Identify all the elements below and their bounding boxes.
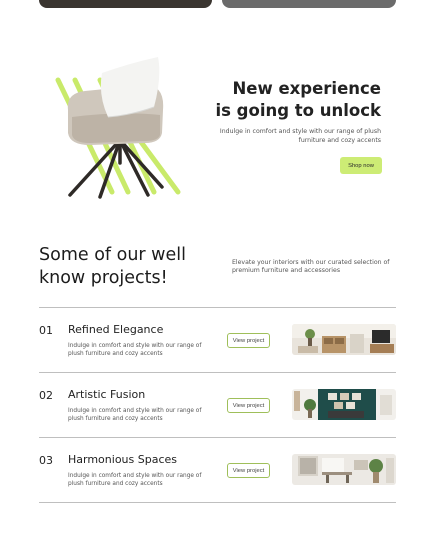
projects-heading-line1: Some of our well bbox=[39, 245, 186, 265]
top-gallery-strip bbox=[0, 0, 431, 10]
hero-heading-line1: New experience bbox=[232, 79, 381, 98]
hero-description: Indulge in comfort and style with our ra… bbox=[219, 128, 381, 144]
projects-description: Elevate your interiors with our curated … bbox=[232, 259, 390, 274]
project-row: 01 Refined Elegance Indulge in comfort a… bbox=[39, 308, 396, 372]
project-description: Indulge in comfort and style with our ra… bbox=[68, 473, 202, 487]
view-project-button[interactable]: View project bbox=[227, 463, 270, 478]
hero-heading: New experience is going to unlock bbox=[181, 78, 381, 122]
divider bbox=[39, 502, 396, 503]
project-name: Artistic Fusion bbox=[68, 388, 146, 401]
view-project-button[interactable]: View project bbox=[227, 333, 270, 348]
project-thumbnail[interactable] bbox=[292, 324, 396, 355]
project-description: Indulge in comfort and style with our ra… bbox=[68, 408, 202, 422]
armchair-image bbox=[50, 55, 190, 200]
project-name: Refined Elegance bbox=[68, 323, 164, 336]
shop-now-button[interactable]: Shop now bbox=[340, 157, 382, 174]
gallery-image-right bbox=[222, 0, 396, 8]
hero-heading-line2: is going to unlock bbox=[215, 101, 381, 120]
project-number: 01 bbox=[39, 324, 53, 337]
project-row: 02 Artistic Fusion Indulge in comfort an… bbox=[39, 373, 396, 437]
project-thumbnail[interactable] bbox=[292, 454, 396, 485]
gallery-image-left bbox=[39, 0, 212, 8]
view-project-button[interactable]: View project bbox=[227, 398, 270, 413]
projects-heading: Some of our well know projects! bbox=[39, 244, 209, 289]
projects-heading-line2: know projects! bbox=[39, 267, 168, 288]
project-thumbnail[interactable] bbox=[292, 389, 396, 420]
project-number: 03 bbox=[39, 454, 53, 467]
project-description: Indulge in comfort and style with our ra… bbox=[68, 343, 202, 357]
project-number: 02 bbox=[39, 389, 53, 402]
project-row: 03 Harmonious Spaces Indulge in comfort … bbox=[39, 438, 396, 502]
project-name: Harmonious Spaces bbox=[68, 453, 177, 466]
